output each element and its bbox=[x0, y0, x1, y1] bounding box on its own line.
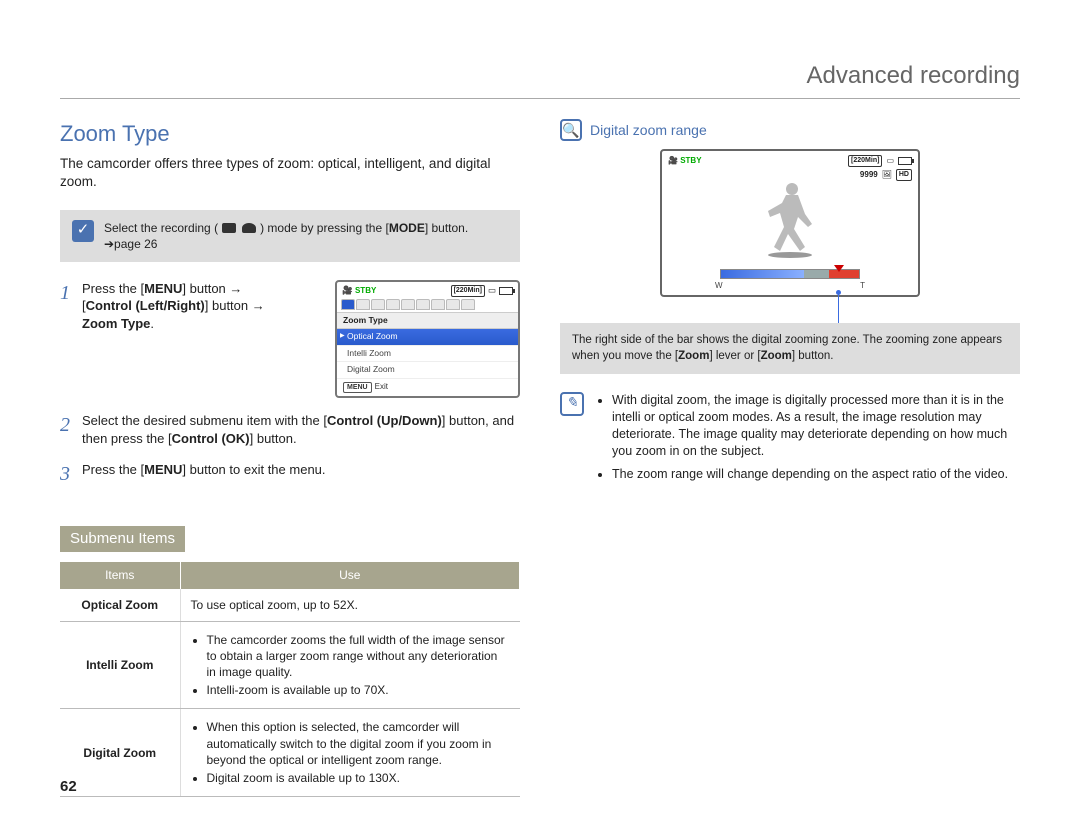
photo-icon: 🖼 bbox=[882, 170, 892, 181]
col-use: Use bbox=[180, 562, 520, 588]
skateboard-figure-icon bbox=[750, 179, 830, 259]
info-icon: ✎ bbox=[560, 392, 584, 416]
table-row: Digital Zoom When this option is selecte… bbox=[60, 709, 520, 797]
menu-lcd: 🎥 STBY [220Min] ▭ bbox=[335, 280, 520, 398]
list-item: The zoom range will change depending on … bbox=[612, 466, 1020, 483]
zoom-caption: The right side of the bar shows the digi… bbox=[560, 323, 1020, 374]
menu-header: Zoom Type bbox=[337, 312, 518, 329]
zoom-bar bbox=[720, 269, 860, 279]
photo-mode-icon bbox=[242, 223, 256, 233]
mode-note: ✓ Select the recording ( ) mode by press… bbox=[60, 210, 520, 262]
menu-item: Digital Zoom bbox=[337, 362, 518, 378]
table-row: Optical Zoom To use optical zoom, up to … bbox=[60, 589, 520, 622]
zoom-cursor-icon bbox=[834, 265, 844, 272]
time-remaining: [220Min] bbox=[848, 155, 882, 166]
info-list: With digital zoom, the image is digitall… bbox=[594, 392, 1020, 488]
submenu-heading: Submenu Items bbox=[60, 526, 185, 552]
step-number: 1 bbox=[60, 280, 82, 398]
step-number: 3 bbox=[60, 461, 82, 488]
battery-icon bbox=[898, 157, 912, 165]
col-items: Items bbox=[60, 562, 180, 588]
menu-item: Intelli Zoom bbox=[337, 346, 518, 362]
card-icon: ▭ bbox=[488, 285, 496, 296]
table-row: Intelli Zoom The camcorder zooms the ful… bbox=[60, 621, 520, 709]
zoom-display: 🎥 STBY [220Min] ▭ 9999 🖼 HD bbox=[660, 149, 920, 297]
camcorder-icon: 🎥 bbox=[342, 285, 353, 295]
note-text: Select the recording ( ) mode by pressin… bbox=[104, 220, 508, 252]
page-header: Advanced recording bbox=[60, 60, 1020, 99]
submenu-table: Items Use Optical Zoom To use optical zo… bbox=[60, 562, 520, 797]
camcorder-icon: 🎥 bbox=[668, 156, 678, 165]
magnifier-icon: 🔍 bbox=[560, 119, 582, 141]
digital-zoom-heading: Digital zoom range bbox=[590, 121, 707, 140]
menu-item: Optical Zoom bbox=[337, 329, 518, 345]
stby-label: STBY bbox=[680, 156, 701, 165]
step-number: 2 bbox=[60, 412, 82, 447]
zoom-wide-label: W bbox=[715, 281, 723, 292]
page-number: 62 bbox=[60, 777, 77, 797]
menu-tabs bbox=[337, 299, 518, 310]
hd-badge: HD bbox=[896, 169, 912, 180]
card-icon: ▭ bbox=[886, 156, 894, 167]
intro-text: The camcorder offers three types of zoom… bbox=[60, 155, 520, 191]
list-item: With digital zoom, the image is digitall… bbox=[612, 392, 1020, 460]
battery-icon bbox=[499, 287, 513, 295]
zoom-tele-label: T bbox=[860, 281, 865, 292]
callout-line bbox=[838, 293, 839, 323]
step-list: 1 Press the [MENU] button [Control (Left… bbox=[60, 280, 520, 488]
stby-label: STBY bbox=[355, 286, 376, 295]
photo-count: 9999 bbox=[860, 170, 878, 181]
section-title: Zoom Type bbox=[60, 119, 520, 149]
video-mode-icon bbox=[222, 223, 236, 233]
check-icon: ✓ bbox=[72, 220, 94, 242]
time-remaining: [220Min] bbox=[451, 285, 485, 296]
menu-exit: MENUExit bbox=[337, 379, 518, 396]
